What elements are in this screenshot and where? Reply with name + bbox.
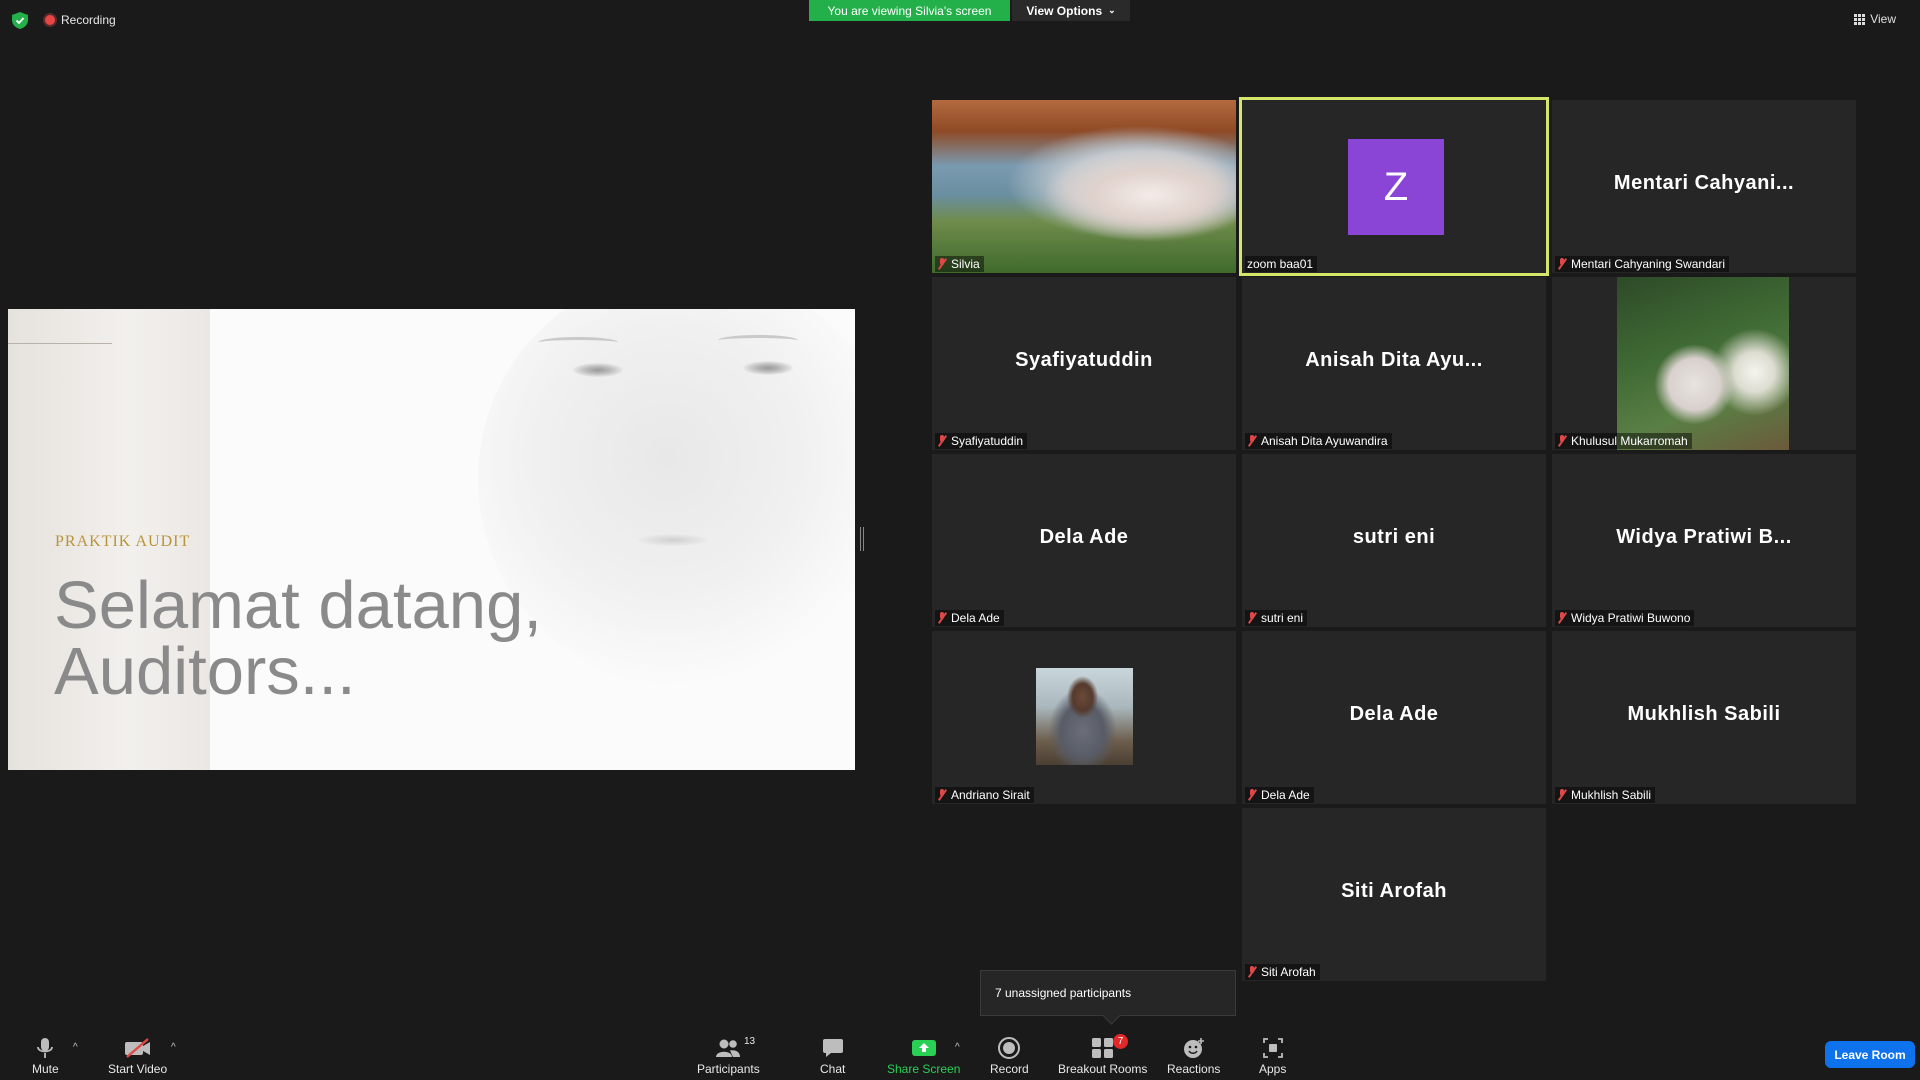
view-label: View [1870, 12, 1896, 26]
participant-tile[interactable]: Silvia [932, 100, 1236, 273]
share-screen-icon [911, 1036, 936, 1060]
participant-tile[interactable]: Anisah Dita Ayu... Anisah Dita Ayuwandir… [1242, 277, 1546, 450]
participant-display-name: Siti Arofah [1341, 880, 1447, 902]
mic-muted-icon [1247, 966, 1257, 978]
viewing-screen-banner: You are viewing Silvia's screen [809, 0, 1010, 21]
mic-muted-icon [1247, 435, 1257, 447]
breakout-rooms-icon [1091, 1036, 1114, 1060]
participants-icon [715, 1036, 741, 1060]
slide-kicker: PRAKTIK AUDIT [55, 533, 191, 550]
video-off-icon [124, 1036, 152, 1060]
view-options-label: View Options [1026, 3, 1103, 18]
participant-tile-active-speaker[interactable]: Z zoom baa01 [1239, 97, 1549, 276]
participant-display-name: Dela Ade [1349, 703, 1439, 725]
chevron-down-icon: ⌄ [1108, 5, 1116, 15]
grid-view-icon [1854, 13, 1866, 25]
panel-splitter-handle[interactable] [860, 527, 864, 551]
participant-video [932, 100, 1236, 273]
mic-muted-icon [1247, 789, 1257, 801]
slide-title: Selamat datang, Auditors... [54, 568, 542, 709]
reactions-button[interactable]: Reactions [1167, 1036, 1220, 1076]
avatar: Z [1348, 139, 1444, 235]
view-button[interactable]: View [1854, 12, 1896, 26]
participant-tile[interactable]: Andriano Sirait [932, 631, 1236, 804]
participants-count: 13 [744, 1036, 756, 1047]
chat-bubble-icon [822, 1036, 844, 1060]
mic-muted-icon [937, 612, 947, 624]
recording-indicator[interactable]: Recording [45, 13, 116, 27]
share-screen-button[interactable]: Share Screen [887, 1036, 960, 1076]
participant-tile[interactable]: Mentari Cahyani... Mentari Cahyaning Swa… [1552, 100, 1856, 273]
participant-tile[interactable]: Mukhlish Sabili Mukhlish Sabili [1552, 631, 1856, 804]
breakout-rooms-badge: 7 [1113, 1034, 1128, 1049]
audio-options-chevron-icon[interactable]: ^ [73, 1042, 78, 1053]
chat-button[interactable]: Chat [820, 1036, 845, 1076]
share-options-chevron-icon[interactable]: ^ [955, 1042, 960, 1053]
participant-tile[interactable]: Syafiyatuddin Syafiyatuddin [932, 277, 1236, 450]
participant-display-name: Widya Pratiwi B... [1616, 526, 1792, 548]
reactions-smiley-icon [1183, 1036, 1205, 1060]
participant-display-name: Mukhlish Sabili [1627, 703, 1781, 725]
record-icon [998, 1036, 1021, 1060]
security-shield-icon[interactable] [12, 12, 28, 29]
mic-muted-icon [1557, 612, 1567, 624]
participant-display-name: sutri eni [1352, 526, 1436, 548]
participant-display-name: Dela Ade [1039, 526, 1129, 548]
participant-tile[interactable]: sutri eni sutri eni [1242, 454, 1546, 627]
participant-display-name: Anisah Dita Ayu... [1305, 349, 1483, 371]
participant-video [1617, 277, 1789, 450]
mic-muted-icon [1247, 612, 1257, 624]
mic-muted-icon [1557, 789, 1567, 801]
participant-tile[interactable]: Siti Arofah Siti Arofah [1242, 808, 1546, 981]
view-options-button[interactable]: View Options ⌄ [1012, 0, 1130, 21]
record-button[interactable]: Record [990, 1036, 1029, 1076]
mic-muted-icon [1557, 435, 1567, 447]
participant-display-name: Syafiyatuddin [1015, 349, 1153, 371]
apps-icon [1262, 1036, 1283, 1060]
recording-dot-icon [45, 15, 55, 25]
start-video-button[interactable]: Start Video [108, 1036, 167, 1076]
unassigned-participants-tooltip[interactable]: 7 unassigned participants [980, 970, 1236, 1016]
participant-tile[interactable]: Khulusul Mukarromah [1552, 277, 1856, 450]
participant-tile[interactable]: Widya Pratiwi B... Widya Pratiwi Buwono [1552, 454, 1856, 627]
apps-button[interactable]: Apps [1259, 1036, 1286, 1076]
recording-label: Recording [61, 13, 116, 27]
mute-button[interactable]: Mute [32, 1036, 59, 1076]
video-options-chevron-icon[interactable]: ^ [171, 1042, 176, 1053]
participant-display-name: Mentari Cahyani... [1613, 172, 1795, 194]
mic-muted-icon [1557, 258, 1567, 270]
shared-screen[interactable]: PRAKTIK AUDIT Selamat datang, Auditors..… [8, 309, 855, 770]
mic-muted-icon [937, 789, 947, 801]
leave-room-button[interactable]: Leave Room [1825, 1041, 1915, 1068]
participant-tile[interactable]: Dela Ade Dela Ade [1242, 631, 1546, 804]
mic-muted-icon [937, 435, 947, 447]
participant-tile[interactable]: Dela Ade Dela Ade [932, 454, 1236, 627]
breakout-rooms-button[interactable]: Breakout Rooms [1058, 1036, 1147, 1076]
participant-profile-photo [1036, 668, 1133, 765]
microphone-icon [36, 1036, 54, 1060]
mic-muted-icon [937, 258, 947, 270]
